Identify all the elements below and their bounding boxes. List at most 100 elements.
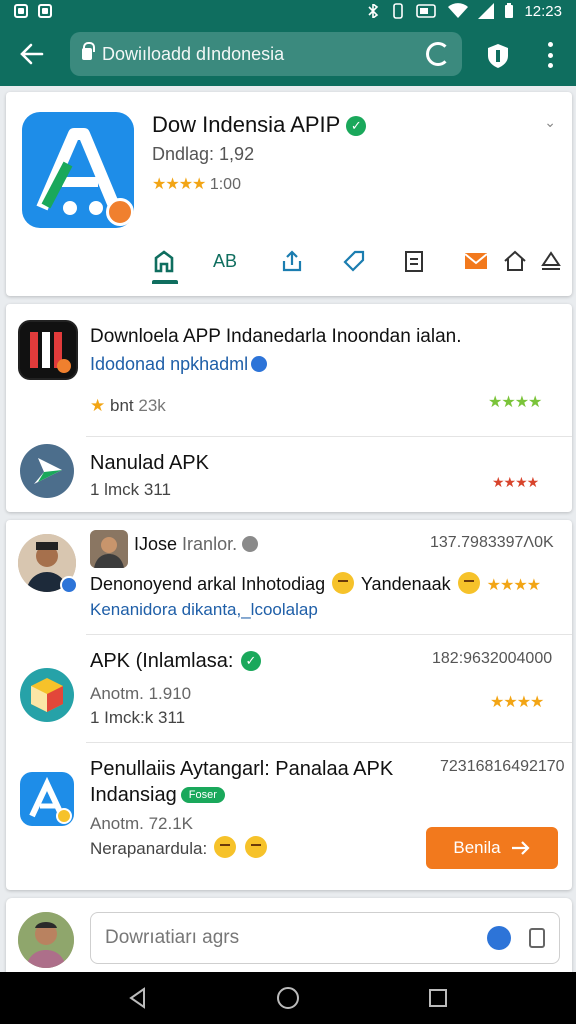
person-icon	[18, 912, 74, 968]
rating-stars-icon: ★★★★	[490, 694, 544, 711]
rating-stars-icon: ★★★★	[488, 394, 542, 411]
tag-pill: Foser	[180, 787, 225, 803]
app-logo-icon	[29, 776, 72, 824]
back-button[interactable]	[0, 22, 64, 86]
app-title[interactable]: Nanulad APK	[90, 452, 209, 475]
url-text: Dowiıloadd dIndonesia	[102, 43, 285, 64]
tab-mail[interactable]	[456, 244, 496, 278]
app-icon[interactable]	[18, 320, 78, 380]
document-icon	[405, 251, 423, 272]
tag-icon	[343, 250, 365, 272]
heart-icon[interactable]	[487, 926, 511, 950]
review-text: Denonoyend arkal Inhotodiag Yandenaak ★★…	[90, 572, 541, 594]
notification-icon	[14, 4, 28, 18]
app-meta: ★ bnt 23k	[90, 396, 166, 415]
divider	[86, 634, 572, 635]
review-link[interactable]: Kenanidora dikanta,_lcoolalap	[90, 600, 318, 620]
more-options-icon[interactable]: ⌄	[544, 114, 556, 131]
status-bar: 12:23	[0, 0, 576, 22]
emoji-icon	[213, 836, 236, 858]
tab-tag[interactable]	[334, 244, 374, 278]
verified-icon	[60, 576, 78, 594]
reviews-card: IJose Iranlor. 137.7983397Λ0K Denonoyend…	[6, 520, 572, 890]
cube-icon	[31, 678, 63, 712]
comment-placeholder: Dowrıatiarı agrs	[105, 927, 240, 948]
app-logo-icon	[30, 332, 71, 373]
verified-icon	[251, 356, 268, 372]
home-nav-icon[interactable]	[276, 986, 300, 1010]
system-nav-bar	[0, 972, 576, 1024]
tab-home[interactable]	[144, 244, 184, 278]
active-tab-indicator	[152, 280, 178, 284]
reload-icon[interactable]	[426, 42, 450, 66]
wifi-icon	[448, 3, 469, 18]
tab-home-2[interactable]	[498, 244, 532, 278]
status-time: 12:23	[524, 2, 562, 20]
battery-icon	[505, 3, 514, 18]
app-meta: 1 lmck 311	[90, 480, 171, 499]
url-field[interactable]: Dowiıloadd dIndonesia	[70, 32, 462, 76]
person-icon	[90, 530, 128, 568]
bluetooth-icon	[368, 4, 379, 18]
mail-icon	[464, 253, 488, 269]
recents-nav-icon[interactable]	[426, 986, 450, 1010]
signal-icon	[478, 3, 495, 19]
app-icon[interactable]	[20, 772, 74, 826]
avatar[interactable]	[90, 530, 128, 568]
review-title[interactable]: Penullaiis Aytangarl: Panalaa APK	[90, 758, 393, 781]
share-icon	[282, 250, 302, 272]
avatar[interactable]	[18, 912, 74, 968]
tab-upload[interactable]	[536, 244, 566, 278]
arrow-right-icon	[511, 841, 530, 855]
app-icon[interactable]	[20, 668, 74, 722]
verified-icon: ✓	[346, 116, 367, 136]
home-icon	[154, 250, 174, 273]
tab-ab[interactable]: AB	[202, 244, 248, 278]
vibrate-icon	[393, 3, 404, 19]
app-title[interactable]: Downloela APP Indanedarla Inoondan ialan…	[90, 326, 462, 348]
emoji-icon	[457, 572, 480, 594]
review-meta: Anotm. 72.1K	[90, 814, 194, 833]
back-nav-icon[interactable]	[126, 986, 150, 1010]
divider	[86, 742, 572, 743]
lock-icon	[82, 42, 95, 60]
emoji-icon	[244, 836, 267, 858]
comment-bar: Dowrıatiarı agrs	[6, 898, 572, 972]
app-icon[interactable]	[20, 444, 74, 498]
review-meta: 1 Imck:k 311	[90, 708, 186, 727]
divider	[86, 436, 572, 437]
verified-icon: ✓	[240, 651, 261, 671]
review-title[interactable]: Indansiag Foser	[90, 784, 225, 807]
rating-stars-icon: ★★★★	[492, 474, 539, 490]
star-icon: ★	[90, 396, 106, 415]
app-title: Dow Indensia APIP ✓	[152, 112, 367, 138]
review-id: 137.7983397Λ0K	[430, 534, 554, 551]
cta-button[interactable]: Benila	[426, 827, 558, 869]
battery-saver-icon	[416, 4, 437, 18]
review-title[interactable]: APK (Inlamlasa: ✓	[90, 650, 261, 673]
app-logo-icon	[34, 458, 62, 484]
review-id: 72316816492170	[440, 758, 565, 775]
rating-stars-icon: ★★★★	[152, 176, 206, 193]
emoji-icon	[332, 572, 355, 594]
comment-input[interactable]: Dowrıatiarı agrs	[90, 912, 560, 964]
tab-note[interactable]	[394, 244, 434, 278]
notification-icon	[38, 4, 52, 18]
shield-icon	[488, 44, 508, 68]
tab-share[interactable]	[272, 244, 312, 278]
rating-stars-icon: ★★★★	[486, 577, 541, 594]
verified-icon	[242, 536, 259, 552]
app-rating: ★★★★ 1:00	[152, 176, 241, 193]
browser-toolbar: Dowiıloadd dIndonesia	[0, 22, 576, 86]
app-developer-link[interactable]: Idodonad npkhadml	[90, 354, 268, 375]
shield-button[interactable]	[484, 42, 512, 70]
house-icon	[504, 250, 526, 271]
review-id: 182:9632004000	[432, 650, 553, 667]
action-tabs: AB	[138, 244, 566, 284]
upload-icon	[541, 251, 561, 270]
download-count: Dndlag: 1,92	[152, 144, 255, 164]
reviewer-name[interactable]: IJose Iranlor.	[134, 534, 259, 555]
attach-icon[interactable]	[529, 928, 545, 948]
app-list-card: Downloela APP Indanedarla Inoondan ialan…	[6, 304, 572, 512]
overflow-menu-button[interactable]	[540, 42, 560, 68]
